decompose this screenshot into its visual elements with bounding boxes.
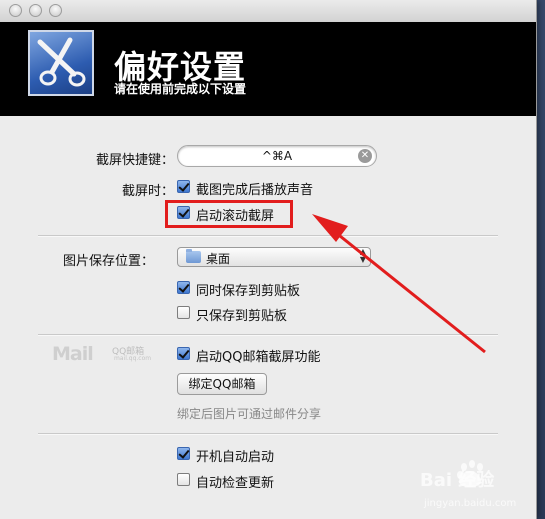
baidu-watermark: Bai 经验 jingyan.baidu.com bbox=[412, 458, 522, 514]
watermark-url: jingyan.baidu.com bbox=[423, 498, 516, 509]
watermark-text: Bai 经验 bbox=[420, 469, 495, 491]
annotation-arrow-icon bbox=[312, 214, 486, 354]
